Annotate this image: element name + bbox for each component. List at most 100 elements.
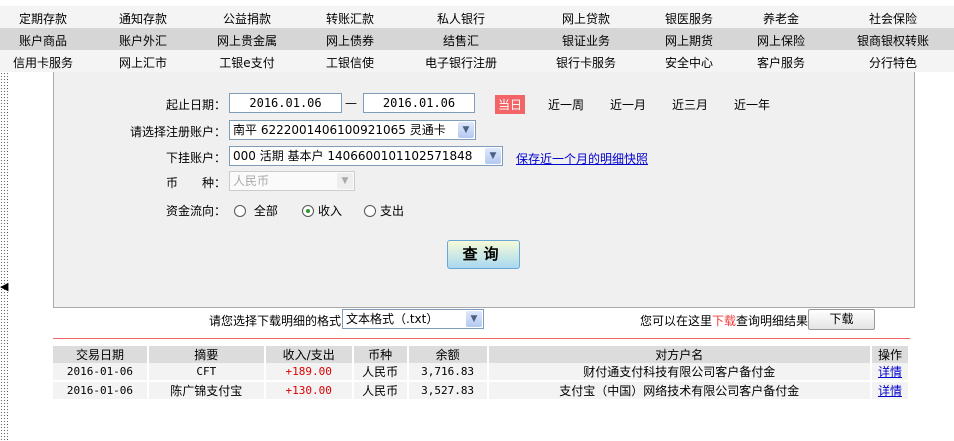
flow-expense-label: 支出 [380, 204, 405, 218]
quick-today[interactable]: 当日 [495, 95, 526, 114]
nav-row: 账户商品 账户外汇 网上贵金属 网上债券 结售汇 银证业务 网上期货 网上保险 银商银权转账 [0, 28, 954, 50]
nav-item[interactable]: 转账汇款 [326, 10, 374, 27]
hint-text: 查询明细结果 [736, 314, 809, 328]
chevron-down-icon[interactable]: ▼ [458, 122, 474, 138]
quick-month[interactable]: 近一月 [610, 96, 646, 113]
chevron-down-icon[interactable]: ▼ [485, 148, 501, 164]
download-button[interactable]: 下载 [808, 309, 875, 330]
nav-item[interactable]: 公益捐款 [223, 10, 271, 27]
format-value: 文本格式（.txt） [346, 312, 439, 326]
nav-item[interactable]: 银证业务 [562, 32, 610, 49]
nav-item[interactable]: 网上保险 [757, 32, 805, 49]
flow-income-label: 收入 [318, 204, 343, 218]
nav-item[interactable]: 结售汇 [443, 32, 479, 49]
hint-text: 您可以在这里 [640, 314, 713, 328]
divider [53, 338, 910, 339]
nav-item[interactable]: 网上期货 [665, 32, 713, 49]
table-row: 2016-01-06 陈广锦支付宝 +130.00 人民币 3,527.83 支付宝（中国… [53, 380, 911, 399]
nav-item[interactable]: 工银e支付 [219, 54, 274, 71]
nav-item[interactable]: 电子银行注册 [425, 54, 497, 71]
radio-icon[interactable] [234, 205, 246, 217]
column-header: 对方户名 [487, 346, 872, 363]
radio-icon[interactable] [364, 205, 376, 217]
nav-item[interactable]: 分行特色 [869, 54, 917, 71]
nav-item[interactable]: 账户外汇 [119, 32, 167, 49]
table-cell: 3,527.83 [407, 380, 489, 399]
date-from-input[interactable]: 2016.01.06 [229, 93, 342, 113]
format-select[interactable]: 文本格式（.txt） ▼ [342, 309, 484, 329]
table-row: 2016-01-06 CFT +189.00 人民币 3,716.83 财付通支付科技有限… [53, 363, 911, 381]
nav-row: 定期存款 通知存款 公益捐款 转账汇款 私人银行 网上贷款 银医服务 养老金 社会保险 [0, 6, 954, 29]
table-cell: 财付通支付科技有限公司客户备付金 [487, 363, 872, 381]
nav-item[interactable]: 定期存款 [19, 10, 67, 27]
table-cell: +189.00 [264, 363, 354, 381]
flow-expense-radio[interactable]: 支出 [364, 202, 404, 219]
flow-label: 资金流向： [165, 204, 226, 218]
flow-income-radio[interactable]: 收入 [302, 202, 342, 219]
nav-item[interactable]: 网上汇市 [119, 54, 167, 71]
nav-item[interactable]: 银商银权转账 [857, 32, 929, 49]
radio-checked-icon[interactable] [302, 205, 314, 217]
table-cell: 2016-01-06 [53, 363, 149, 381]
snapshot-link[interactable]: 保存近一个月的明细快照 [516, 150, 648, 167]
sidebar-splitter[interactable] [0, 72, 10, 441]
date-to-input[interactable]: 2016.01.06 [363, 93, 475, 113]
currency-select: 人民币 ▼ [229, 171, 355, 191]
column-header: 操作 [870, 346, 911, 363]
reg-account-label: 请选择注册账户： [129, 125, 226, 139]
currency-value: 人民币 [233, 174, 270, 188]
quick-year[interactable]: 近一年 [734, 96, 770, 113]
sub-account-select[interactable]: 000 活期 基本户 1406600101102571848 ▼ [229, 146, 503, 166]
table-cell: CFT [147, 363, 266, 381]
nav-item[interactable]: 客户服务 [757, 54, 805, 71]
transactions-table: 交易日期 摘要 收入/支出 币种 余额 对方户名 操作 2016-01-06 CFT +189.… [53, 346, 911, 399]
reg-account-select[interactable]: 南平 6222001406100921065 灵通卡 ▼ [229, 120, 476, 140]
nav-item[interactable]: 账户商品 [19, 32, 67, 49]
reg-account-value: 南平 6222001406100921065 灵通卡 [233, 123, 446, 137]
column-header: 摘要 [147, 346, 266, 363]
table-cell: 人民币 [352, 363, 409, 381]
table-cell: 2016-01-06 [53, 380, 149, 399]
table-cell: 人民币 [352, 380, 409, 399]
format-label: 请您选择下载明细的格式 [209, 314, 342, 328]
flow-all-label: 全部 [253, 204, 278, 218]
nav-item[interactable]: 安全中心 [665, 54, 713, 71]
table-cell: 3,716.83 [407, 363, 489, 381]
nav-item[interactable]: 社会保险 [869, 10, 917, 27]
table-cell: 支付宝（中国）网络技术有限公司客户备付金 [487, 380, 872, 399]
column-header: 交易日期 [53, 346, 149, 363]
nav-item[interactable]: 网上贷款 [562, 10, 610, 27]
date-dash: — [345, 96, 357, 110]
nav-item[interactable]: 通知存款 [119, 10, 167, 27]
details-link[interactable]: 详情 [878, 365, 902, 379]
quick-week[interactable]: 近一周 [548, 96, 584, 113]
column-header: 余额 [407, 346, 489, 363]
sub-account-label: 下挂账户： [165, 151, 226, 165]
nav-item[interactable]: 银医服务 [665, 10, 713, 27]
chevron-down-icon: ▼ [337, 173, 353, 189]
nav-item[interactable]: 私人银行 [437, 10, 485, 27]
table-cell: 详情 [870, 363, 911, 381]
table-cell: 详情 [870, 380, 911, 399]
column-header: 收入/支出 [264, 346, 354, 363]
quick-3month[interactable]: 近三月 [672, 96, 708, 113]
download-hint: 您可以在这里下载查询明细结果 [640, 312, 808, 329]
details-link[interactable]: 详情 [878, 384, 902, 398]
flow-all-radio[interactable]: 全部 [234, 202, 278, 219]
chevron-down-icon[interactable]: ▼ [466, 311, 482, 327]
nav-item[interactable]: 信用卡服务 [13, 54, 73, 71]
date-label: 起止日期： [165, 98, 226, 112]
nav-item[interactable]: 网上债券 [326, 32, 374, 49]
hint-download-word: 下载 [712, 314, 737, 328]
query-button[interactable]: 查询 [447, 240, 520, 269]
left-arrow-icon[interactable]: ◀ [0, 280, 8, 293]
nav-item[interactable]: 工银信使 [326, 54, 374, 71]
table-cell: +130.00 [264, 380, 354, 399]
nav-row: 信用卡服务 网上汇市 工银e支付 工银信使 电子银行注册 银行卡服务 安全中心 客户服务 分行特… [0, 50, 954, 72]
nav-item[interactable]: 网上贵金属 [217, 32, 277, 49]
nav-item[interactable]: 养老金 [763, 10, 799, 27]
nav-item[interactable]: 银行卡服务 [556, 54, 616, 71]
table-cell: 陈广锦支付宝 [147, 380, 266, 399]
currency-label: 币 种： [165, 176, 226, 190]
column-header: 币种 [352, 346, 409, 363]
